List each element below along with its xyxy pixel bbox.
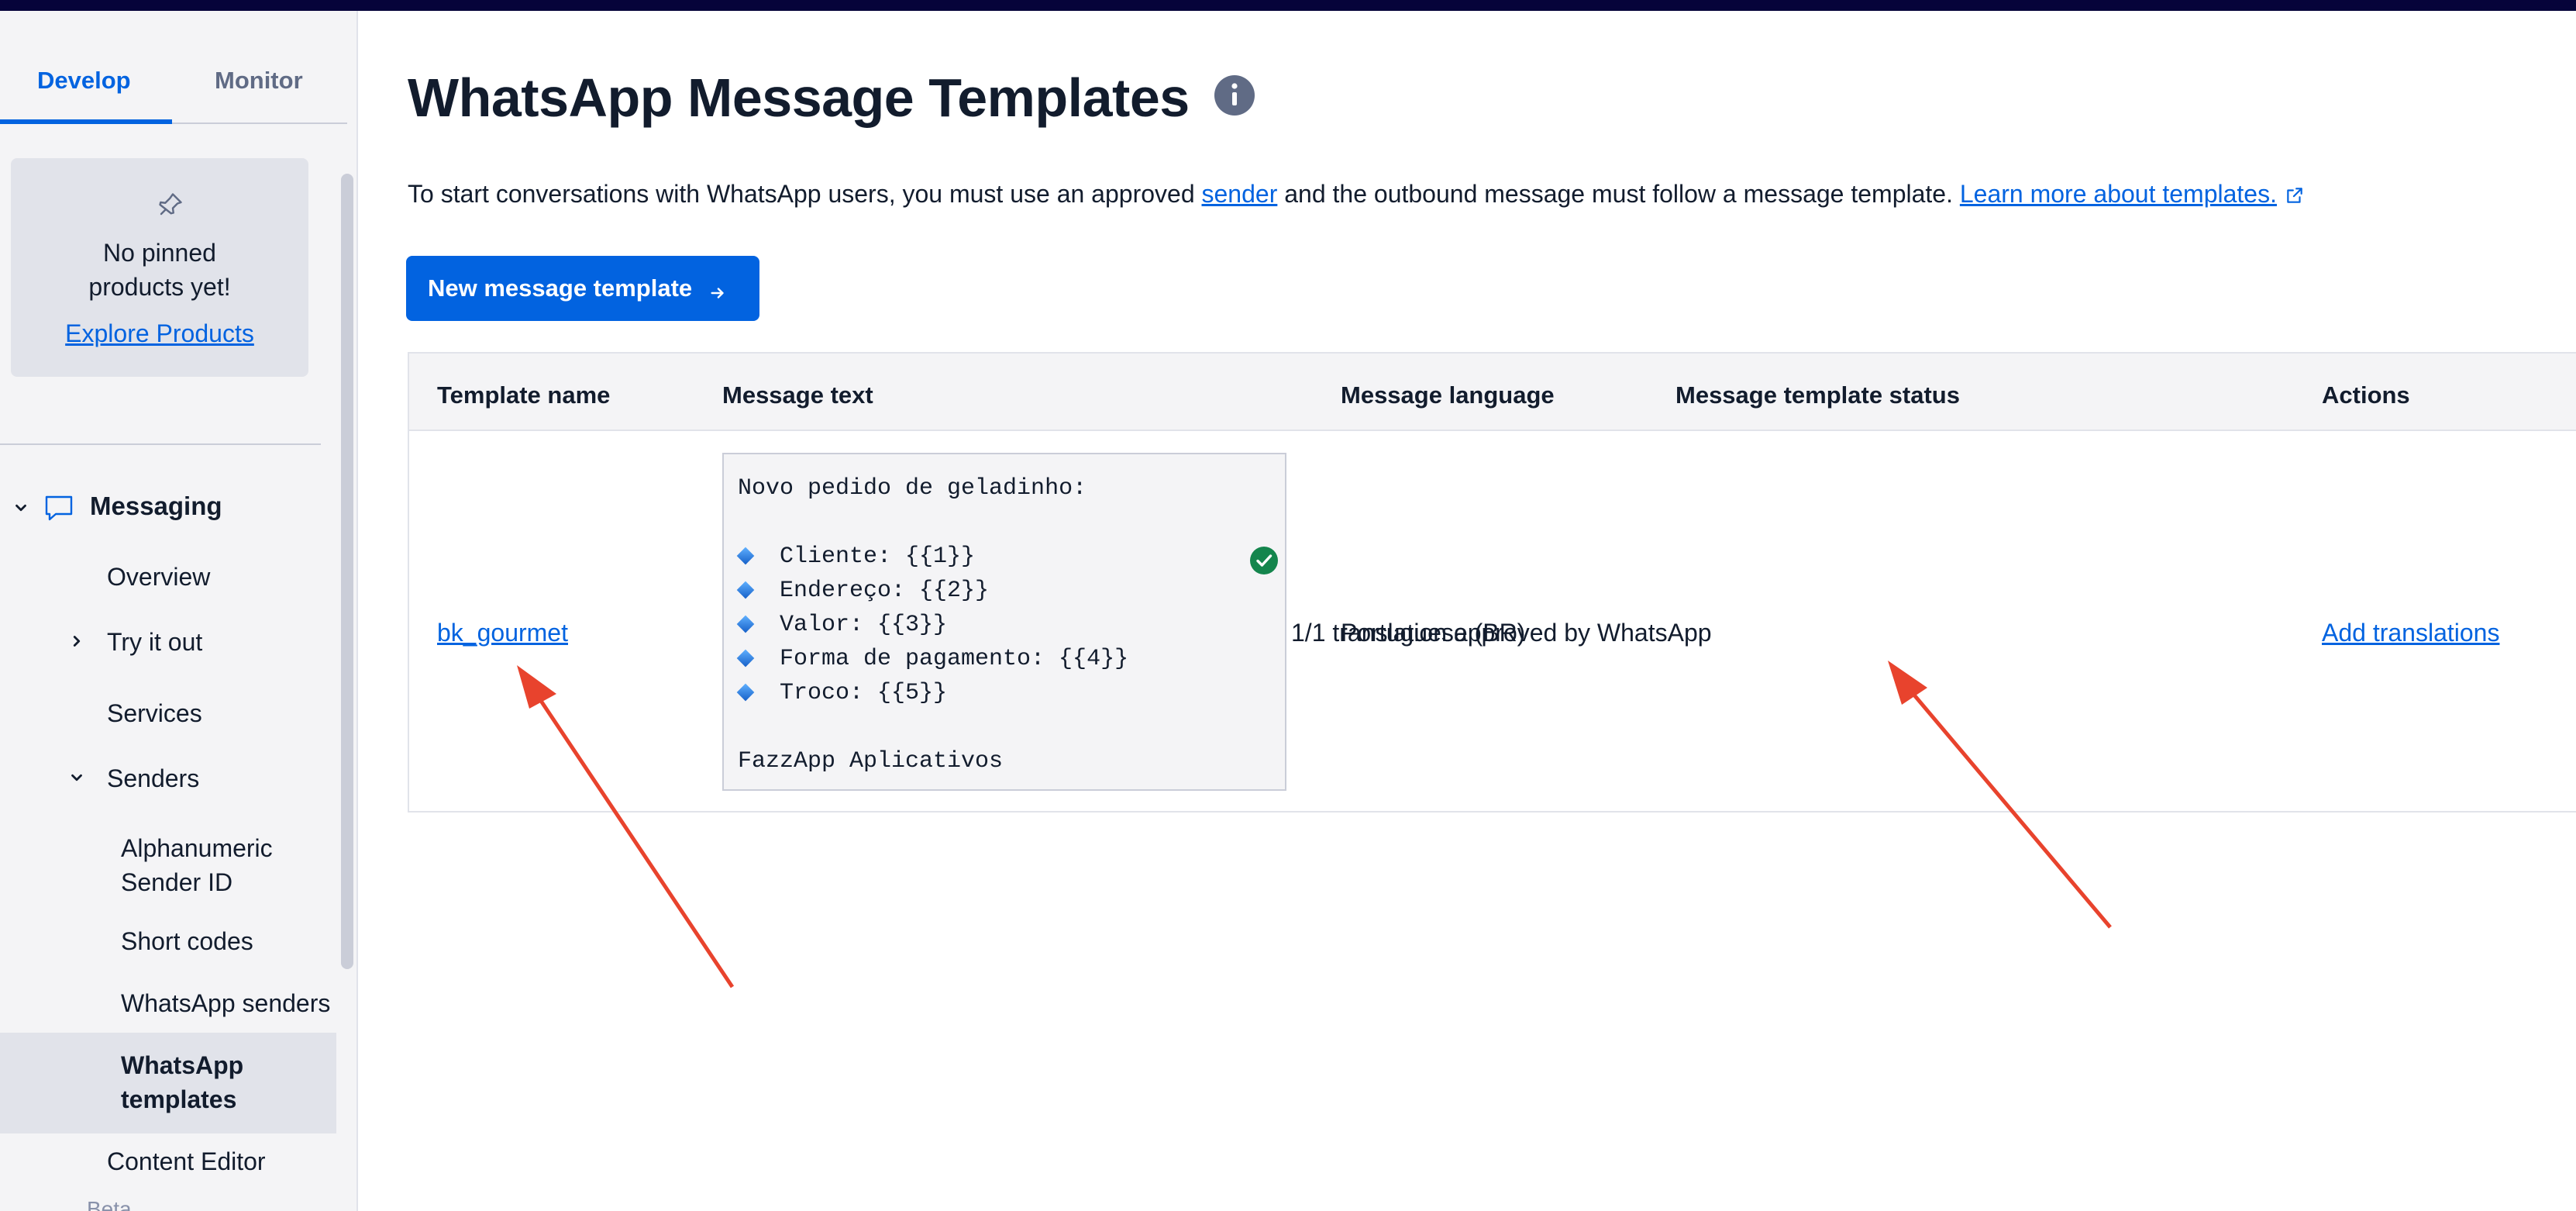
info-icon[interactable] xyxy=(1214,74,1255,116)
pin-icon xyxy=(157,191,184,219)
intro-text-part: To start conversations with WhatsApp use… xyxy=(408,180,1202,208)
chevron-down-icon[interactable] xyxy=(12,499,29,516)
learn-more-templates-link[interactable]: Learn more about templates. xyxy=(1960,180,2277,208)
column-header-status: Message template status xyxy=(1675,381,1960,409)
sidebar-item-whatsapp-templates[interactable]: WhatsApp templates xyxy=(121,1048,243,1116)
message-line: FazzApp Aplicativos xyxy=(738,748,1004,775)
beta-badge: Beta xyxy=(87,1197,132,1211)
status-text: 1/1 translation approved by WhatsApp xyxy=(1291,619,1712,647)
tab-develop[interactable]: Develop xyxy=(37,67,131,95)
sidebar-tabs: Develop Monitor xyxy=(0,11,347,124)
sidebar-item-label: WhatsApp xyxy=(121,1051,244,1079)
external-link-icon xyxy=(2285,183,2305,203)
templates-table: Template name Message text Message langu… xyxy=(408,352,2576,813)
sidebar-item-short-codes[interactable]: Short codes xyxy=(121,927,253,956)
sidebar-scrollbar[interactable] xyxy=(341,174,353,969)
sidebar-item-whatsapp-senders[interactable]: WhatsApp senders xyxy=(121,989,330,1018)
blue-diamond-icon xyxy=(736,615,755,633)
pinned-products-panel: No pinned products yet! Explore Products xyxy=(11,158,308,377)
message-line: Forma de pagamento: {{4}} xyxy=(736,642,1271,676)
chevron-right-icon[interactable] xyxy=(68,633,85,650)
top-bar xyxy=(0,0,2576,11)
sidebar: Develop Monitor No pinned products yet! … xyxy=(0,11,358,1211)
pinned-empty-line1: No pinned xyxy=(103,239,216,267)
message-line-text: Valor: {{3}} xyxy=(780,612,948,638)
template-name-link[interactable]: bk_gourmet xyxy=(437,619,568,647)
sidebar-item-label: Sender ID xyxy=(121,868,233,896)
sender-link[interactable]: sender xyxy=(1202,180,1278,208)
sidebar-item-alphanumeric-sender-id[interactable]: Alphanumeric Sender ID xyxy=(121,831,273,899)
pinned-empty-message: No pinned products yet! xyxy=(11,236,308,304)
message-line: Troco: {{5}} xyxy=(736,676,1271,710)
page-title: WhatsApp Message Templates xyxy=(408,67,1190,128)
new-message-template-button[interactable]: New message template xyxy=(406,256,759,321)
column-header-message-language: Message language xyxy=(1341,381,1555,409)
chevron-down-icon[interactable] xyxy=(68,769,85,786)
sidebar-item-label: Alphanumeric xyxy=(121,834,273,862)
message-line: Cliente: {{1}} xyxy=(736,540,1271,574)
pinned-empty-line2: products yet! xyxy=(88,273,231,301)
column-header-actions: Actions xyxy=(2322,381,2410,409)
sidebar-item-messaging[interactable]: Messaging xyxy=(90,492,222,521)
message-line: Novo pedido de geladinho: xyxy=(738,475,1087,502)
arrow-right-icon xyxy=(709,280,726,298)
intro-text-part: and the outbound message must follow a m… xyxy=(1277,180,1960,208)
blue-diamond-icon xyxy=(736,649,755,668)
sidebar-item-senders[interactable]: Senders xyxy=(107,764,199,793)
chat-bubble-icon xyxy=(43,493,74,523)
explore-products-link[interactable]: Explore Products xyxy=(11,319,308,348)
blue-diamond-icon xyxy=(736,683,755,702)
message-line-text: Forma de pagamento: {{4}} xyxy=(780,646,1129,672)
blue-diamond-icon xyxy=(736,547,755,565)
column-header-template-name: Template name xyxy=(437,381,611,409)
message-line-text: Troco: {{5}} xyxy=(780,680,948,706)
add-translations-link[interactable]: Add translations xyxy=(2322,619,2499,647)
intro-text: To start conversations with WhatsApp use… xyxy=(408,180,2305,209)
message-text-preview: Novo pedido de geladinho: Cliente: {{1}}… xyxy=(722,453,1286,791)
main-content: WhatsApp Message Templates To start conv… xyxy=(358,11,2576,1211)
tab-monitor[interactable]: Monitor xyxy=(215,67,303,95)
message-line: Valor: {{3}} xyxy=(736,608,1271,642)
message-line-text: Endereço: {{2}} xyxy=(780,578,990,604)
active-tab-indicator xyxy=(0,119,172,124)
message-line xyxy=(738,710,1271,744)
sidebar-item-label: templates xyxy=(121,1085,237,1113)
check-circle-icon xyxy=(1249,546,1279,575)
sidebar-divider xyxy=(0,443,321,445)
column-header-message-text: Message text xyxy=(722,381,873,409)
message-line: Endereço: {{2}} xyxy=(736,574,1271,608)
button-label: New message template xyxy=(428,274,693,302)
sidebar-item-services[interactable]: Services xyxy=(107,699,202,728)
message-line xyxy=(738,505,1271,540)
table-header: Template name Message text Message langu… xyxy=(409,354,2576,431)
message-line-text: Cliente: {{1}} xyxy=(780,543,976,570)
blue-diamond-icon xyxy=(736,581,755,599)
sidebar-item-overview[interactable]: Overview xyxy=(107,563,210,592)
sidebar-item-content-editor[interactable]: Content Editor xyxy=(107,1147,266,1176)
sidebar-item-try-it-out[interactable]: Try it out xyxy=(107,628,202,657)
